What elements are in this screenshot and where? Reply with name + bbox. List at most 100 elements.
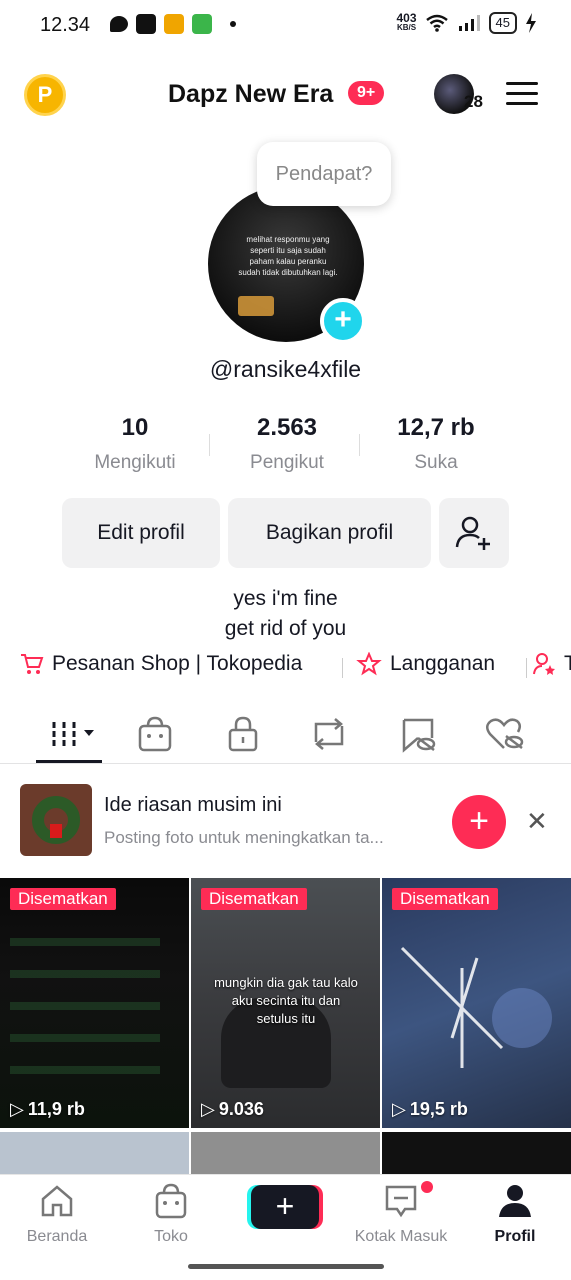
inbox-icon — [385, 1185, 417, 1218]
stat-divider — [359, 434, 360, 456]
account-switcher-title[interactable]: Dapz New Era — [168, 80, 333, 109]
tab-shop[interactable] — [130, 714, 180, 754]
link-separator — [526, 658, 527, 678]
nav-shop-label: Toko — [154, 1228, 188, 1245]
share-profile-button[interactable]: Bagikan profil — [228, 498, 431, 568]
shop-orders-link[interactable]: Pesanan Shop | Tokopedia — [20, 652, 302, 676]
notification-badge: 9+ — [348, 81, 385, 105]
network-speed: 403 KB/S — [396, 12, 417, 33]
suggestion-title: Ide riasan musim ini — [104, 794, 282, 816]
nav-profile-label: Profil — [494, 1228, 536, 1245]
cart-icon — [21, 654, 44, 674]
user-star-icon — [533, 653, 555, 675]
tokopedia-app-icon — [192, 14, 212, 34]
suggestion-thumbnail — [20, 784, 92, 856]
subscription-label: Langganan — [390, 652, 496, 675]
view-count: ▷ 11,9 rb — [10, 1099, 85, 1120]
nav-home-label: Beranda — [26, 1228, 88, 1245]
video-thumbnail[interactable] — [191, 1132, 380, 1178]
followers-stat[interactable]: 2.563 Pengikut — [212, 414, 362, 474]
status-bar: 12.34 403 KB/S 45 — [0, 0, 571, 52]
video-thumbnail[interactable] — [382, 1132, 571, 1178]
view-count-value: 9.036 — [218, 1099, 264, 1119]
opinion-tooltip[interactable]: Pendapat? — [257, 142, 391, 206]
view-count: ▷ 9.036 — [201, 1099, 264, 1120]
suggestion-subtitle: Posting foto untuk meningkatkan ta... — [104, 828, 384, 847]
bookmark-hidden-icon — [402, 718, 436, 753]
signal-icon — [458, 15, 480, 31]
nav-profile[interactable]: Profil — [460, 1183, 570, 1246]
more-link[interactable]: T — [532, 652, 571, 676]
tab-favorites[interactable] — [394, 714, 444, 754]
more-notifications-dot — [230, 21, 236, 27]
shop-orders-label: Pesanan Shop | Tokopedia — [52, 652, 303, 675]
profile-links: Pesanan Shop | Tokopedia Langganan T — [20, 652, 571, 684]
more-link-label: T — [564, 652, 571, 675]
followers-label: Pengikut — [250, 452, 324, 473]
hamburger-menu-icon[interactable] — [506, 82, 538, 106]
contact-card-icon — [136, 14, 156, 34]
active-tab-indicator — [36, 760, 102, 763]
video-thumbnail[interactable]: Disematkan ▷ 11,9 rb — [0, 878, 189, 1128]
play-icon: ▷ — [392, 1099, 406, 1119]
likes-count: 12,7 rb — [397, 414, 475, 441]
nav-home[interactable]: Beranda — [2, 1183, 112, 1246]
home-icon — [41, 1185, 73, 1217]
stat-divider — [209, 434, 210, 456]
tab-private[interactable] — [218, 714, 268, 754]
shopping-bag-icon — [138, 716, 172, 752]
create-post-button[interactable]: + — [251, 1185, 319, 1229]
profile-header: P Dapz New Era 9+ 28 — [0, 68, 571, 124]
video-grid: Disematkan ▷ 11,9 rb Disematkan mungkin d… — [0, 878, 571, 1178]
net-speed-unit: KB/S — [396, 23, 417, 32]
gesture-home-indicator[interactable] — [188, 1264, 384, 1269]
video-thumbnail[interactable]: Disematkan ▷ 19,5 rb — [382, 878, 571, 1128]
nav-inbox[interactable]: Kotak Masuk — [346, 1183, 456, 1246]
profile-tabs — [0, 706, 571, 764]
link-separator — [342, 658, 343, 678]
shop-app-icon — [164, 14, 184, 34]
subscription-link[interactable]: Langganan — [356, 652, 495, 676]
add-user-icon — [455, 516, 490, 550]
edit-profile-button[interactable]: Edit profil — [62, 498, 220, 568]
points-coin-icon[interactable]: P — [24, 74, 66, 116]
video-thumb-pattern — [10, 938, 160, 1088]
profile-stats: 10 Mengikuti 2.563 Pengikut 12,7 rb Suka — [0, 414, 571, 480]
tab-videos[interactable] — [46, 714, 96, 754]
video-thumbnail[interactable] — [0, 1132, 189, 1178]
close-icon[interactable]: ✕ — [526, 806, 548, 837]
bio-line: get rid of you — [224, 617, 347, 640]
videos-grid-icon — [52, 722, 94, 746]
heart-hidden-icon — [486, 718, 524, 749]
repost-icon — [314, 718, 344, 750]
profile-photo-caption: melihat responmu yang seperti itu saja s… — [238, 235, 338, 277]
view-count-value: 11,9 rb — [27, 1099, 85, 1119]
likes-label: Suka — [414, 452, 458, 473]
nav-shop[interactable]: Toko — [116, 1183, 226, 1246]
profile-icon — [499, 1185, 531, 1217]
tab-reposts[interactable] — [304, 714, 354, 754]
pinned-badge: Disematkan — [392, 888, 498, 910]
add-story-button[interactable]: + — [320, 298, 366, 344]
system-status: 403 KB/S 45 — [397, 12, 538, 34]
status-time: 12.34 — [40, 14, 91, 36]
following-stat[interactable]: 10 Mengikuti — [60, 414, 210, 474]
username: @ransike4xfile — [209, 356, 362, 382]
followers-count: 2.563 — [256, 414, 318, 441]
bio-line: yes i'm fine — [233, 587, 338, 610]
play-icon: ▷ — [10, 1099, 24, 1119]
post-suggestion-card[interactable]: Ide riasan musim ini Posting foto untuk … — [0, 776, 571, 868]
video-thumbnail[interactable]: Disematkan mungkin dia gak tau kalo aku … — [191, 878, 380, 1128]
notification-icons — [110, 14, 236, 34]
following-label: Mengikuti — [94, 452, 176, 473]
chat-bubble-icon — [110, 16, 128, 32]
wifi-icon — [425, 14, 448, 32]
following-count: 10 — [121, 414, 149, 441]
play-icon: ▷ — [201, 1099, 215, 1119]
view-count: ▷ 19,5 rb — [392, 1099, 468, 1120]
likes-stat[interactable]: 12,7 rb Suka — [361, 414, 511, 474]
add-friends-button[interactable] — [439, 498, 509, 568]
tab-liked[interactable] — [480, 714, 530, 754]
star-hands-icon — [356, 652, 382, 676]
suggestion-add-button[interactable]: + — [452, 795, 506, 849]
